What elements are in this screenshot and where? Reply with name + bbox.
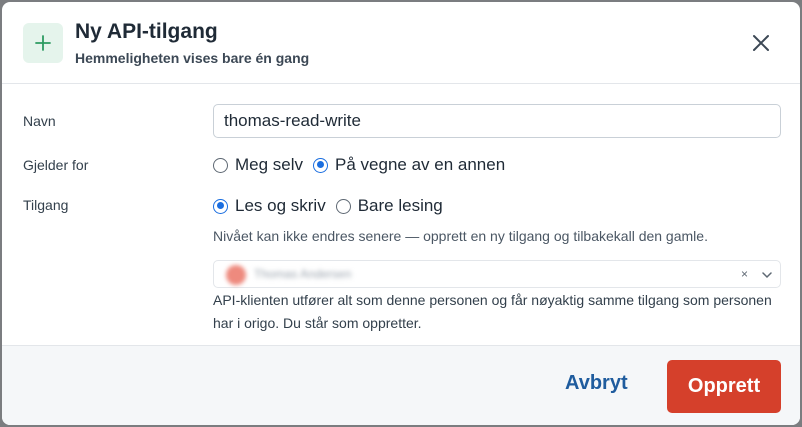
blurred-person-name: Thomas Andersen xyxy=(254,267,352,281)
clear-selection-icon[interactable]: × xyxy=(741,267,748,281)
applies-label: Gjelder for xyxy=(23,157,89,173)
access-label: Tilgang xyxy=(23,197,69,213)
radio-on-behalf-circle[interactable] xyxy=(313,157,329,173)
plus-icon xyxy=(23,23,63,63)
applies-radio-group: Meg selv På vegne av en annen xyxy=(213,155,515,175)
radio-read-only-circle[interactable] xyxy=(335,198,351,214)
radio-on-behalf-label: På vegne av en annen xyxy=(335,155,506,174)
radio-read-only[interactable]: Bare lesing xyxy=(335,196,443,216)
person-select[interactable]: Thomas Andersen × xyxy=(213,260,781,288)
create-button[interactable]: Opprett xyxy=(667,360,781,413)
radio-self-label: Meg selv xyxy=(235,155,304,174)
chevron-down-icon[interactable] xyxy=(760,268,774,282)
radio-read-only-label: Bare lesing xyxy=(357,196,443,215)
close-icon[interactable] xyxy=(749,31,773,55)
new-api-access-dialog: Ny API-tilgang Hemmeligheten vises bare … xyxy=(2,2,800,425)
dialog-title: Ny API-tilgang xyxy=(75,20,218,43)
radio-self-circle[interactable] xyxy=(213,157,228,173)
avatar xyxy=(226,265,246,285)
access-hint: Nivået kan ikke endres senere — opprett … xyxy=(213,228,708,244)
dialog-footer: Avbryt Opprett xyxy=(2,345,800,425)
name-input[interactable]: thomas-read-write xyxy=(213,104,781,138)
access-radio-group: Les og skriv Bare lesing xyxy=(213,196,453,216)
person-description: API-klienten utfører alt som denne perso… xyxy=(213,292,772,331)
radio-read-write-circle[interactable] xyxy=(213,198,228,214)
dialog-header: Ny API-tilgang Hemmeligheten vises bare … xyxy=(2,2,800,84)
radio-on-behalf[interactable]: På vegne av en annen xyxy=(313,155,505,175)
radio-self[interactable]: Meg selv xyxy=(213,155,303,175)
name-label: Navn xyxy=(23,113,56,129)
dialog-subtitle: Hemmeligheten vises bare én gang xyxy=(75,50,310,66)
radio-read-write[interactable]: Les og skriv xyxy=(213,196,326,216)
radio-read-write-label: Les og skriv xyxy=(235,196,326,215)
cancel-button[interactable]: Avbryt xyxy=(565,372,628,395)
